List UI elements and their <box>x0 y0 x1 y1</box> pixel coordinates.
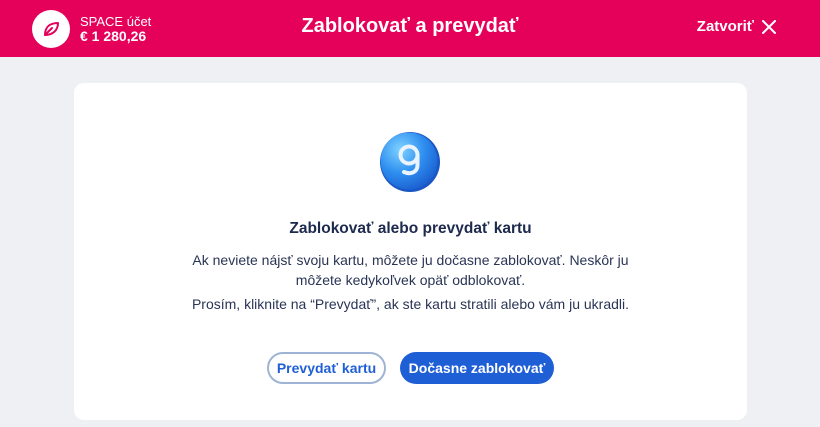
temporarily-block-button[interactable]: Dočasne zablokovať <box>400 352 554 384</box>
leaf-icon <box>32 10 70 48</box>
info-paragraph-unblock: Ak neviete nájsť svoju kartu, môžete ju … <box>192 252 629 288</box>
close-button[interactable]: Zatvoriť <box>697 18 776 35</box>
top-bar: SPACE účet € 1 280,26 Zablokovať a prevy… <box>0 0 820 57</box>
account-summary[interactable]: SPACE účet € 1 280,26 <box>32 10 151 48</box>
card-title: Zablokovať alebo prevydať kartu <box>289 220 532 237</box>
account-balance: € 1 280,26 <box>80 28 147 44</box>
account-name: SPACE účet <box>80 14 152 29</box>
george-coin-icon <box>379 131 441 193</box>
info-paragraph-reissue: Prosím, kliknite na “Prevydať”, ak ste k… <box>191 296 630 312</box>
close-icon <box>762 19 776 34</box>
reissue-card-button[interactable]: Prevydať kartu <box>267 352 386 384</box>
block-card-panel: Zablokovať alebo prevydať kartu Ak nevie… <box>74 83 747 420</box>
close-label: Zatvoriť <box>696 18 754 35</box>
action-buttons: Prevydať kartu Dočasne zablokovať <box>74 352 747 384</box>
